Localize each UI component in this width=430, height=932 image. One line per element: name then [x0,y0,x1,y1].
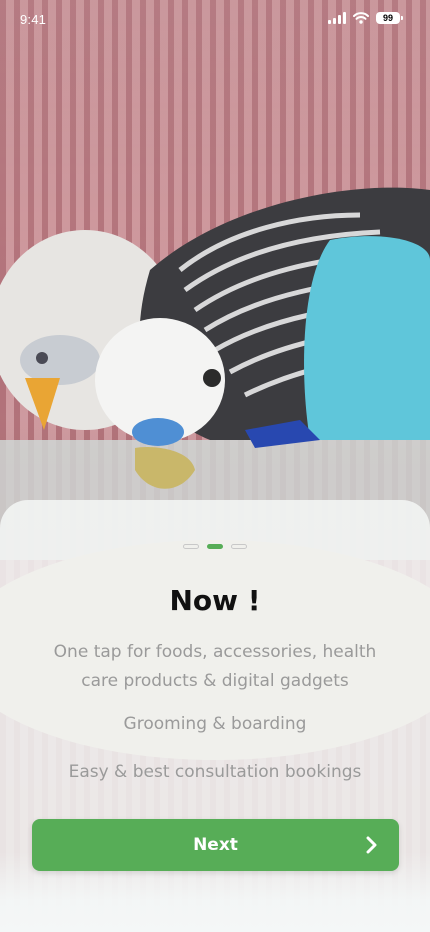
page-indicator [0,544,430,549]
wifi-icon [353,12,369,24]
right-bird-eye [203,369,221,387]
battery-level: 99 [382,13,393,23]
right-bird-cere [132,418,184,446]
chevron-right-icon [366,836,377,854]
next-button-label: Next [193,835,238,855]
page-dot-2-active[interactable] [207,544,223,549]
feature-text-grooming: Grooming & boarding [123,714,307,734]
status-time: 9:41 [20,12,47,27]
left-bird-cheek [20,335,100,385]
next-button[interactable]: Next [32,819,399,871]
right-bird-blue-body [304,236,430,440]
onboarding-sheet: Now ! One tap for foods, accessories, he… [0,500,430,932]
left-bird-eye [36,352,48,364]
page-dot-1[interactable] [183,544,199,549]
page-dot-3[interactable] [231,544,247,549]
cellular-signal-icon [328,12,346,24]
feature-text-consultation: Easy & best consultation bookings [68,762,362,782]
feature-text-foods: One tap for foods, accessories, health c… [53,642,377,691]
status-icons: 99 [328,12,403,24]
status-bar: 9:41 99 [0,0,430,44]
battery-icon: 99 [376,12,403,24]
onboarding-title: Now ! [169,584,261,617]
